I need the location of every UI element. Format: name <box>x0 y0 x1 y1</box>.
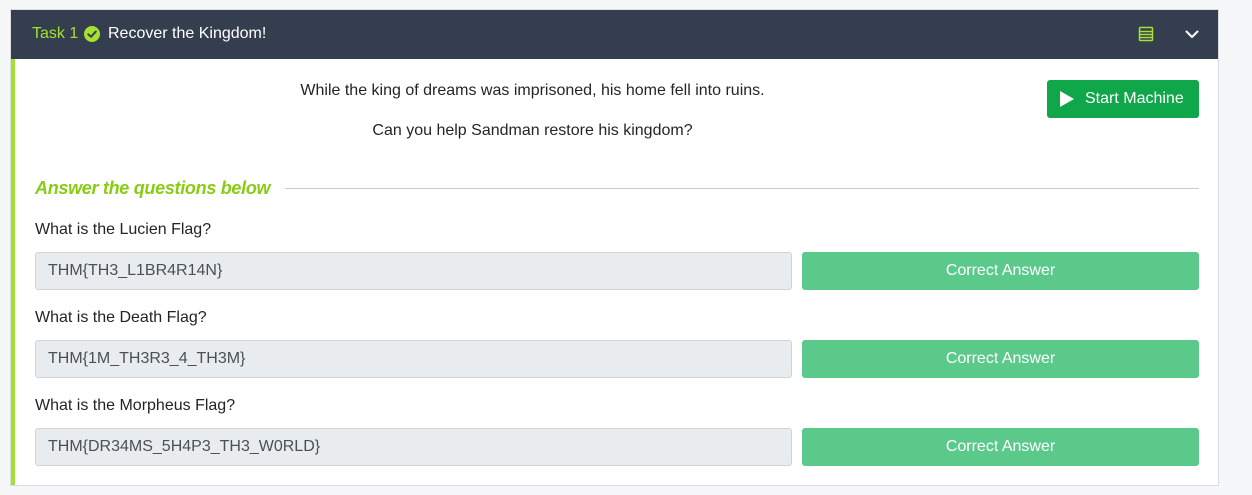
question-label: What is the Lucien Flag? <box>35 221 212 238</box>
task-description-line-2: Can you help Sandman restore his kingdom… <box>372 122 693 139</box>
answer-field[interactable]: THM{TH3_L1BR4R14N} <box>35 252 792 290</box>
correct-answer-button[interactable]: Correct Answer <box>802 252 1199 290</box>
task-accent-bar <box>11 59 15 485</box>
correct-answer-button[interactable]: Correct Answer <box>802 340 1199 378</box>
answers-heading: Answer the questions below <box>35 178 271 198</box>
answer-field[interactable]: THM{1M_TH3R3_4_TH3M} <box>35 340 792 378</box>
play-icon <box>1060 91 1074 107</box>
start-machine-label: Start Machine <box>1085 90 1184 107</box>
correct-answer-button[interactable]: Correct Answer <box>802 428 1199 466</box>
question-label: What is the Death Flag? <box>35 309 207 326</box>
task-card: Task 1 Recover the Kingdom! While the ki… <box>10 9 1219 486</box>
question-label: What is the Morpheus Flag? <box>35 397 236 414</box>
check-circle-icon <box>84 26 100 42</box>
task-number: Task 1 <box>32 25 79 42</box>
notes-icon[interactable] <box>1138 26 1154 47</box>
answer-field[interactable]: THM{DR34MS_5H4P3_TH3_W0RLD} <box>35 428 792 466</box>
task-description-line-1: While the king of dreams was imprisoned,… <box>300 82 765 99</box>
start-machine-button[interactable]: Start Machine <box>1047 80 1199 118</box>
task-header[interactable]: Task 1 Recover the Kingdom! <box>11 10 1218 59</box>
heading-divider <box>285 188 1199 189</box>
task-title: Recover the Kingdom! <box>108 25 267 42</box>
chevron-down-icon[interactable] <box>1184 26 1200 47</box>
